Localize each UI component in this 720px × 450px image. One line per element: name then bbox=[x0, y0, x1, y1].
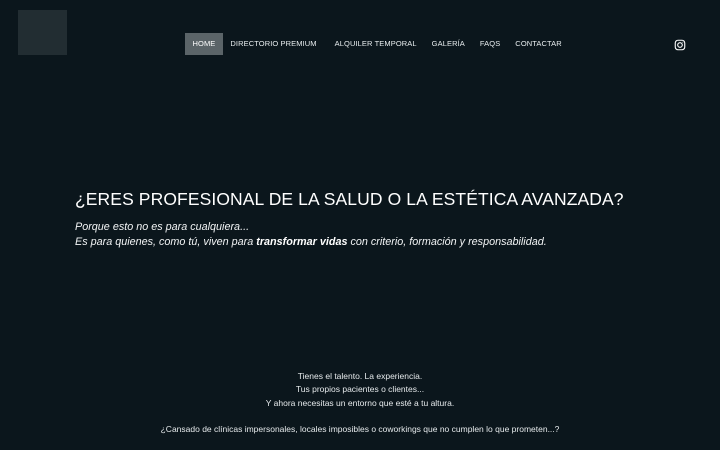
nav-item-galeria[interactable]: GALERÍA bbox=[424, 33, 472, 55]
instagram-icon[interactable] bbox=[674, 39, 686, 51]
page: HOME DIRECTORIO PREMIUM ALQUILER TEMPORA… bbox=[0, 0, 720, 450]
nav-item-contactar[interactable]: CONTACTAR bbox=[508, 33, 569, 55]
hero-subtitle-text: Es para quienes, como tú, viven para bbox=[75, 236, 257, 248]
nav-item-directorio-premium[interactable]: DIRECTORIO PREMIUM bbox=[223, 33, 324, 55]
hero-subtitle-line-1: Porque esto no es para cualquiera... bbox=[75, 221, 250, 233]
hero-highlight: transformar vidas bbox=[256, 236, 348, 248]
hero-subtitle-line-2: Es para quienes, como tú, viven para tra… bbox=[75, 235, 547, 250]
intro-line-4: ¿Cansado de clínicas impersonales, local… bbox=[160, 424, 560, 435]
nav-item-alquiler-temporal[interactable]: ALQUILER TEMPORAL bbox=[327, 33, 424, 55]
nav-item-home[interactable]: HOME bbox=[185, 33, 223, 55]
intro-text: Tienes el talento. La experiencia. Tus p… bbox=[0, 370, 720, 437]
nav-item-faqs[interactable]: FAQS bbox=[472, 33, 507, 55]
hero-title: ¿ERES PROFESIONAL DE LA SALUD O LA ESTÉT… bbox=[75, 189, 624, 209]
intro-line-1: Tienes el talento. La experiencia. bbox=[297, 371, 423, 381]
intro-line-3: Y ahora necesitas un entorno que esté a … bbox=[265, 397, 455, 408]
hero-subtitle: Porque esto no es para cualquiera... Es … bbox=[75, 220, 547, 250]
hero-subtitle-text-end: con criterio, formación y responsabilida… bbox=[347, 236, 547, 248]
intro-line-2: Tus propios pacientes o clientes... bbox=[295, 384, 425, 395]
main-nav: HOME DIRECTORIO PREMIUM ALQUILER TEMPORA… bbox=[185, 33, 569, 55]
site-logo[interactable] bbox=[18, 10, 67, 55]
